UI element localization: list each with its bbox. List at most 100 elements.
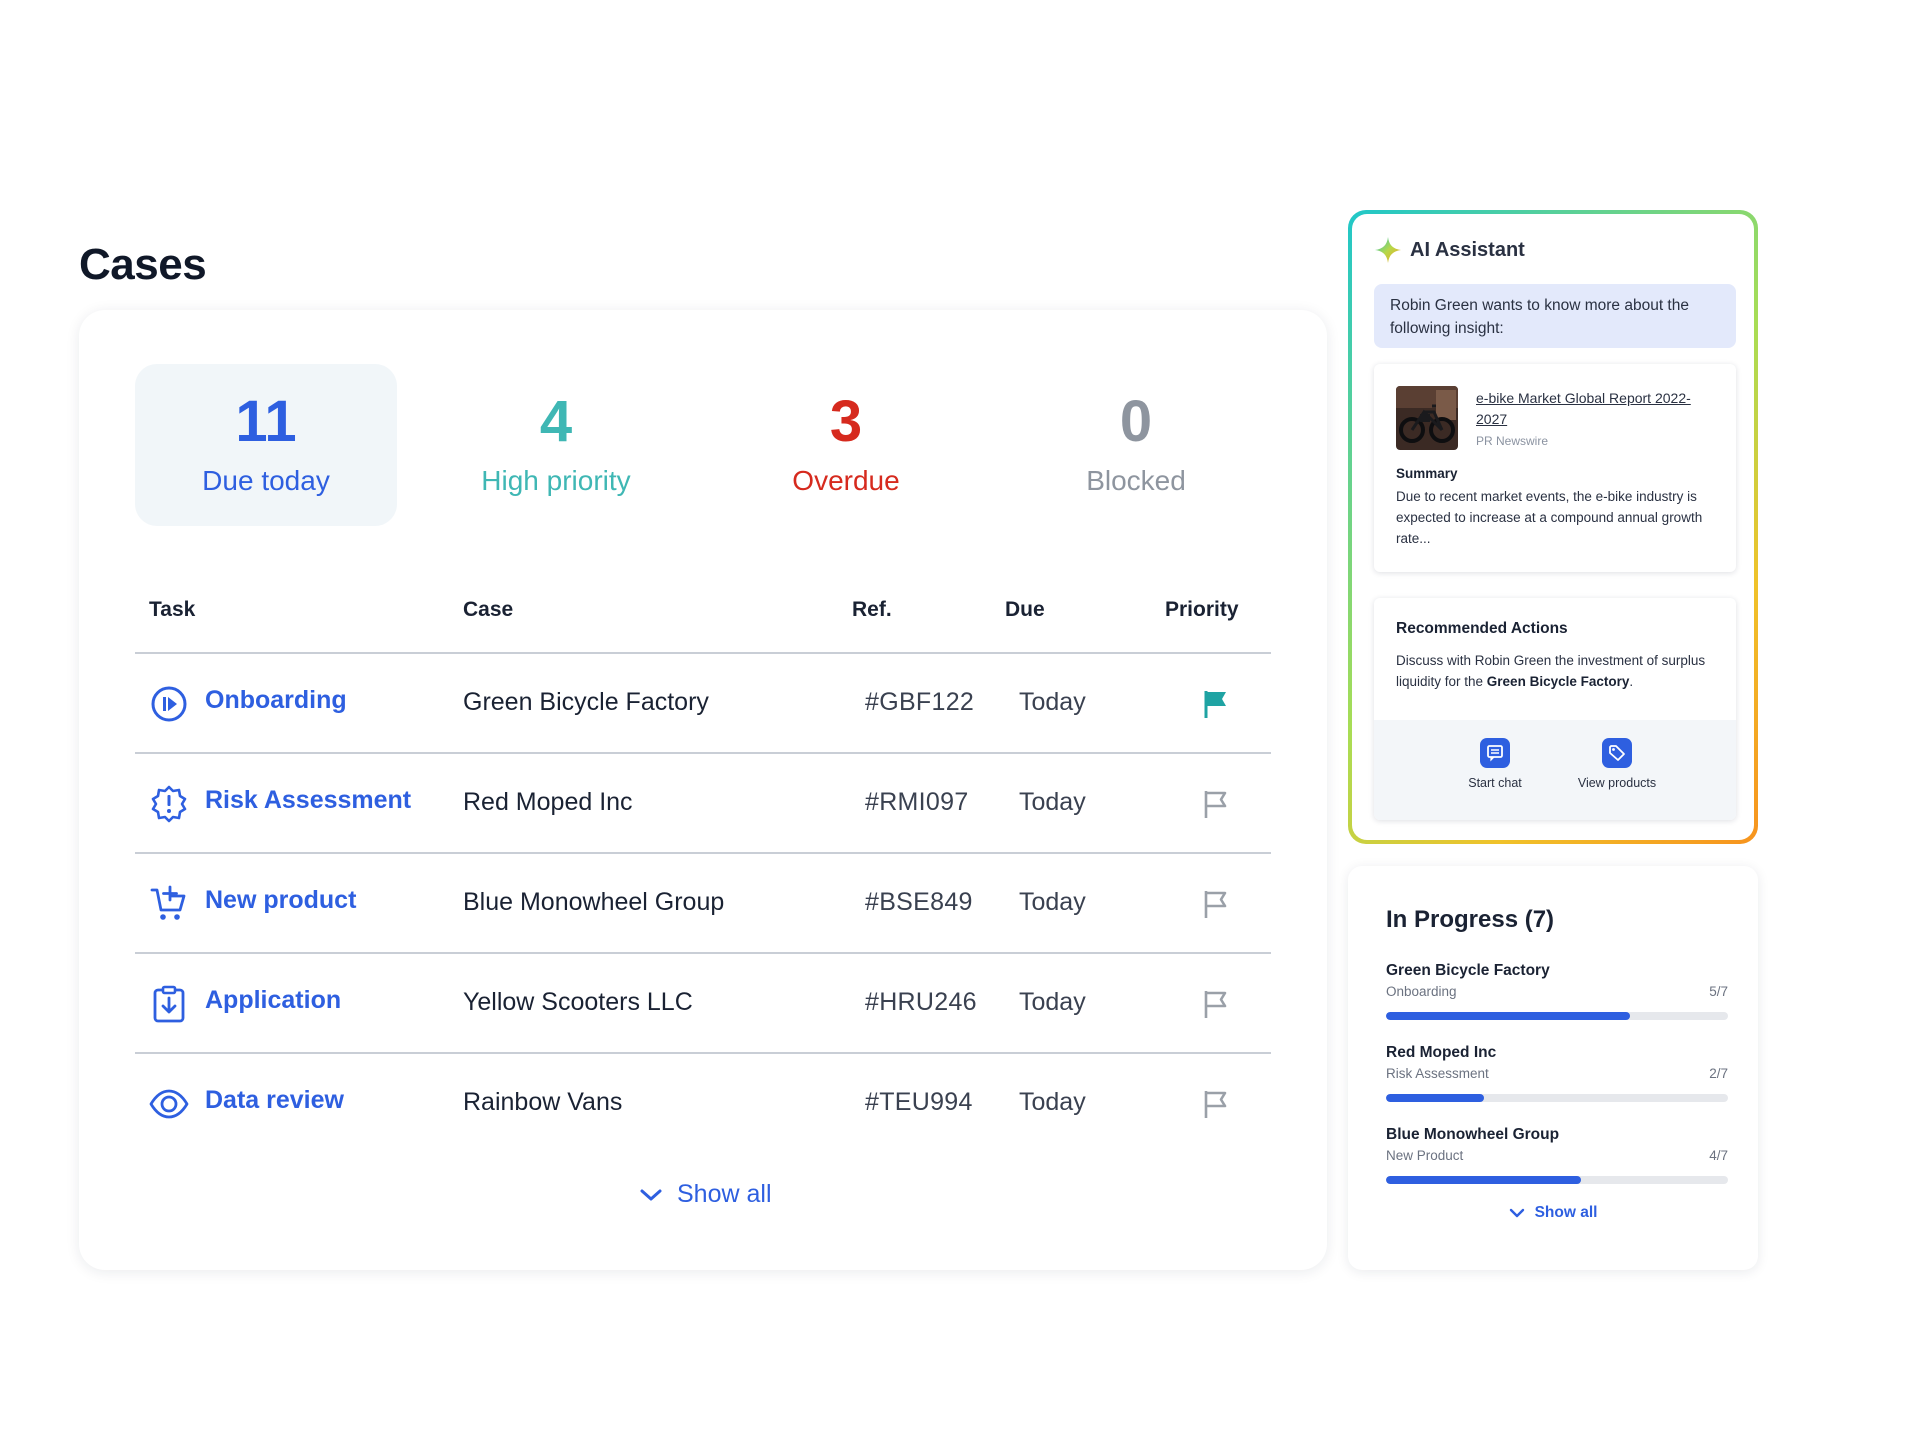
case-ref: #BSE849 [865, 888, 973, 916]
outline-flag-icon[interactable] [1201, 988, 1231, 1020]
task-link-data-review[interactable]: Data review [205, 1086, 344, 1115]
progress-fraction: 2/7 [1709, 1066, 1728, 1081]
stat-due-today[interactable]: 11 Due today [135, 364, 397, 526]
view-products-button[interactable]: View products [1562, 738, 1672, 790]
progress-fill [1386, 1012, 1631, 1020]
recommended-text-end: . [1629, 674, 1634, 689]
sparkle-icon [1375, 237, 1401, 263]
show-all-label: Show all [677, 1180, 772, 1208]
page-title: Cases [79, 240, 207, 289]
due-date: Today [1019, 1088, 1086, 1116]
ai-assistant-title: AI Assistant [1410, 238, 1525, 261]
insight-report-card[interactable]: e-bike Market Global Report 2022-2027 PR… [1374, 364, 1736, 572]
case-name: Green Bicycle Factory [463, 688, 709, 716]
column-header-ref[interactable]: Ref. [852, 598, 892, 622]
report-link[interactable]: e-bike Market Global Report 2022-2027 [1476, 388, 1696, 430]
stat-label: Due today [202, 465, 330, 496]
recommended-actions-title: Recommended Actions [1396, 620, 1568, 637]
task-link-application[interactable]: Application [205, 986, 341, 1015]
progress-case-name: Blue Monowheel Group [1386, 1126, 1560, 1143]
progress-track [1386, 1094, 1728, 1102]
in-progress-card: In Progress (7) Green Bicycle Factory On… [1348, 866, 1758, 1270]
clipboard-download-icon [153, 985, 185, 1023]
chevron-down-icon [640, 1189, 662, 1200]
progress-case-name: Red Moped Inc [1386, 1044, 1497, 1061]
outline-flag-icon[interactable] [1201, 788, 1231, 820]
alert-badge-icon [151, 785, 187, 823]
table-row[interactable]: Application Yellow Scooters LLC #HRU246 … [135, 954, 1271, 1054]
summary-text: Due to recent market events, the e-bike … [1396, 489, 1703, 546]
stat-label: Overdue [792, 465, 900, 496]
recommended-text-bold: Green Bicycle Factory [1486, 674, 1630, 689]
eye-icon [149, 1089, 189, 1119]
cart-add-icon [150, 885, 186, 920]
table-row[interactable]: Risk Assessment Red Moped Inc #RMI097 To… [135, 754, 1271, 854]
chat-icon [1487, 745, 1503, 762]
column-header-case[interactable]: Case [463, 598, 513, 622]
show-all-button[interactable]: Show all [639, 1180, 772, 1209]
case-name: Red Moped Inc [463, 788, 633, 816]
start-chat-button[interactable]: Start chat [1440, 738, 1550, 790]
progress-stage: Onboarding [1386, 984, 1457, 999]
stat-high-priority[interactable]: 4 High priority [425, 364, 687, 526]
stat-blocked[interactable]: 0 Blocked [1005, 364, 1267, 526]
ebike-thumbnail [1396, 386, 1458, 450]
table-row[interactable]: Onboarding Green Bicycle Factory #GBF122… [135, 654, 1271, 754]
table-row[interactable]: Data review Rainbow Vans #TEU994 Today [135, 1054, 1271, 1154]
stat-value: 4 [539, 389, 573, 454]
due-date: Today [1019, 988, 1086, 1016]
progress-item[interactable]: Green Bicycle Factory Onboarding 5/7 [1386, 962, 1728, 1032]
filled-flag-icon[interactable] [1201, 688, 1231, 720]
progress-stage: New Product [1386, 1148, 1464, 1163]
play-circle-icon [151, 686, 187, 722]
summary-heading: Summary [1396, 466, 1458, 481]
outline-flag-icon[interactable] [1201, 1088, 1231, 1120]
progress-fill [1386, 1176, 1582, 1184]
tag-icon [1609, 745, 1625, 761]
outline-flag-icon[interactable] [1201, 888, 1231, 920]
show-all-label: Show all [1534, 1204, 1598, 1221]
table-row[interactable]: New product Blue Monowheel Group #BSE849… [135, 854, 1271, 954]
case-ref: #GBF122 [865, 688, 975, 716]
case-name: Blue Monowheel Group [463, 888, 725, 916]
progress-fraction: 5/7 [1709, 984, 1728, 999]
view-products-label: View products [1577, 776, 1657, 790]
recommended-actions-text: Discuss with Robin Green the investment … [1396, 650, 1720, 692]
table-header: Task Case Ref. Due Priority [135, 580, 1271, 654]
progress-item[interactable]: Red Moped Inc Risk Assessment 2/7 [1386, 1044, 1728, 1114]
ai-insight-message: Robin Green wants to know more about the… [1374, 284, 1736, 348]
progress-item[interactable]: Blue Monowheel Group New Product 4/7 [1386, 1126, 1728, 1196]
ai-assistant-panel: AI Assistant Robin Green wants to know m… [1348, 210, 1758, 844]
column-header-due[interactable]: Due [1005, 598, 1045, 622]
action-buttons-bar: Start chat View products [1374, 720, 1736, 820]
due-date: Today [1019, 888, 1086, 916]
due-date: Today [1019, 788, 1086, 816]
column-header-priority[interactable]: Priority [1165, 598, 1239, 622]
progress-fraction: 4/7 [1709, 1148, 1728, 1163]
progress-fill [1386, 1094, 1484, 1102]
due-date: Today [1019, 688, 1086, 716]
chevron-down-icon [1509, 1208, 1524, 1218]
task-table: Onboarding Green Bicycle Factory #GBF122… [135, 654, 1271, 1154]
case-ref: #TEU994 [865, 1088, 973, 1116]
stat-label: Blocked [1086, 465, 1186, 496]
in-progress-show-all-button[interactable]: Show all [1348, 1204, 1758, 1222]
case-name: Yellow Scooters LLC [463, 988, 693, 1016]
stat-value: 0 [1119, 389, 1153, 454]
recommended-actions-card: Recommended Actions Discuss with Robin G… [1374, 598, 1736, 820]
progress-stage: Risk Assessment [1386, 1066, 1489, 1081]
progress-track [1386, 1012, 1728, 1020]
start-chat-label: Start chat [1468, 776, 1522, 790]
stat-value: 11 [235, 389, 297, 454]
task-link-new-product[interactable]: New product [205, 886, 356, 915]
progress-track [1386, 1176, 1728, 1184]
task-link-onboarding[interactable]: Onboarding [205, 686, 347, 715]
stats-row: 11 Due today 4 High priority 3 Overdue 0… [135, 364, 1295, 526]
column-header-task[interactable]: Task [149, 598, 195, 622]
in-progress-title: In Progress (7) [1386, 906, 1555, 933]
progress-case-name: Green Bicycle Factory [1386, 962, 1550, 979]
case-ref: #RMI097 [865, 788, 969, 816]
case-name: Rainbow Vans [463, 1088, 623, 1116]
task-link-risk-assessment[interactable]: Risk Assessment [205, 786, 411, 815]
stat-overdue[interactable]: 3 Overdue [715, 364, 977, 526]
